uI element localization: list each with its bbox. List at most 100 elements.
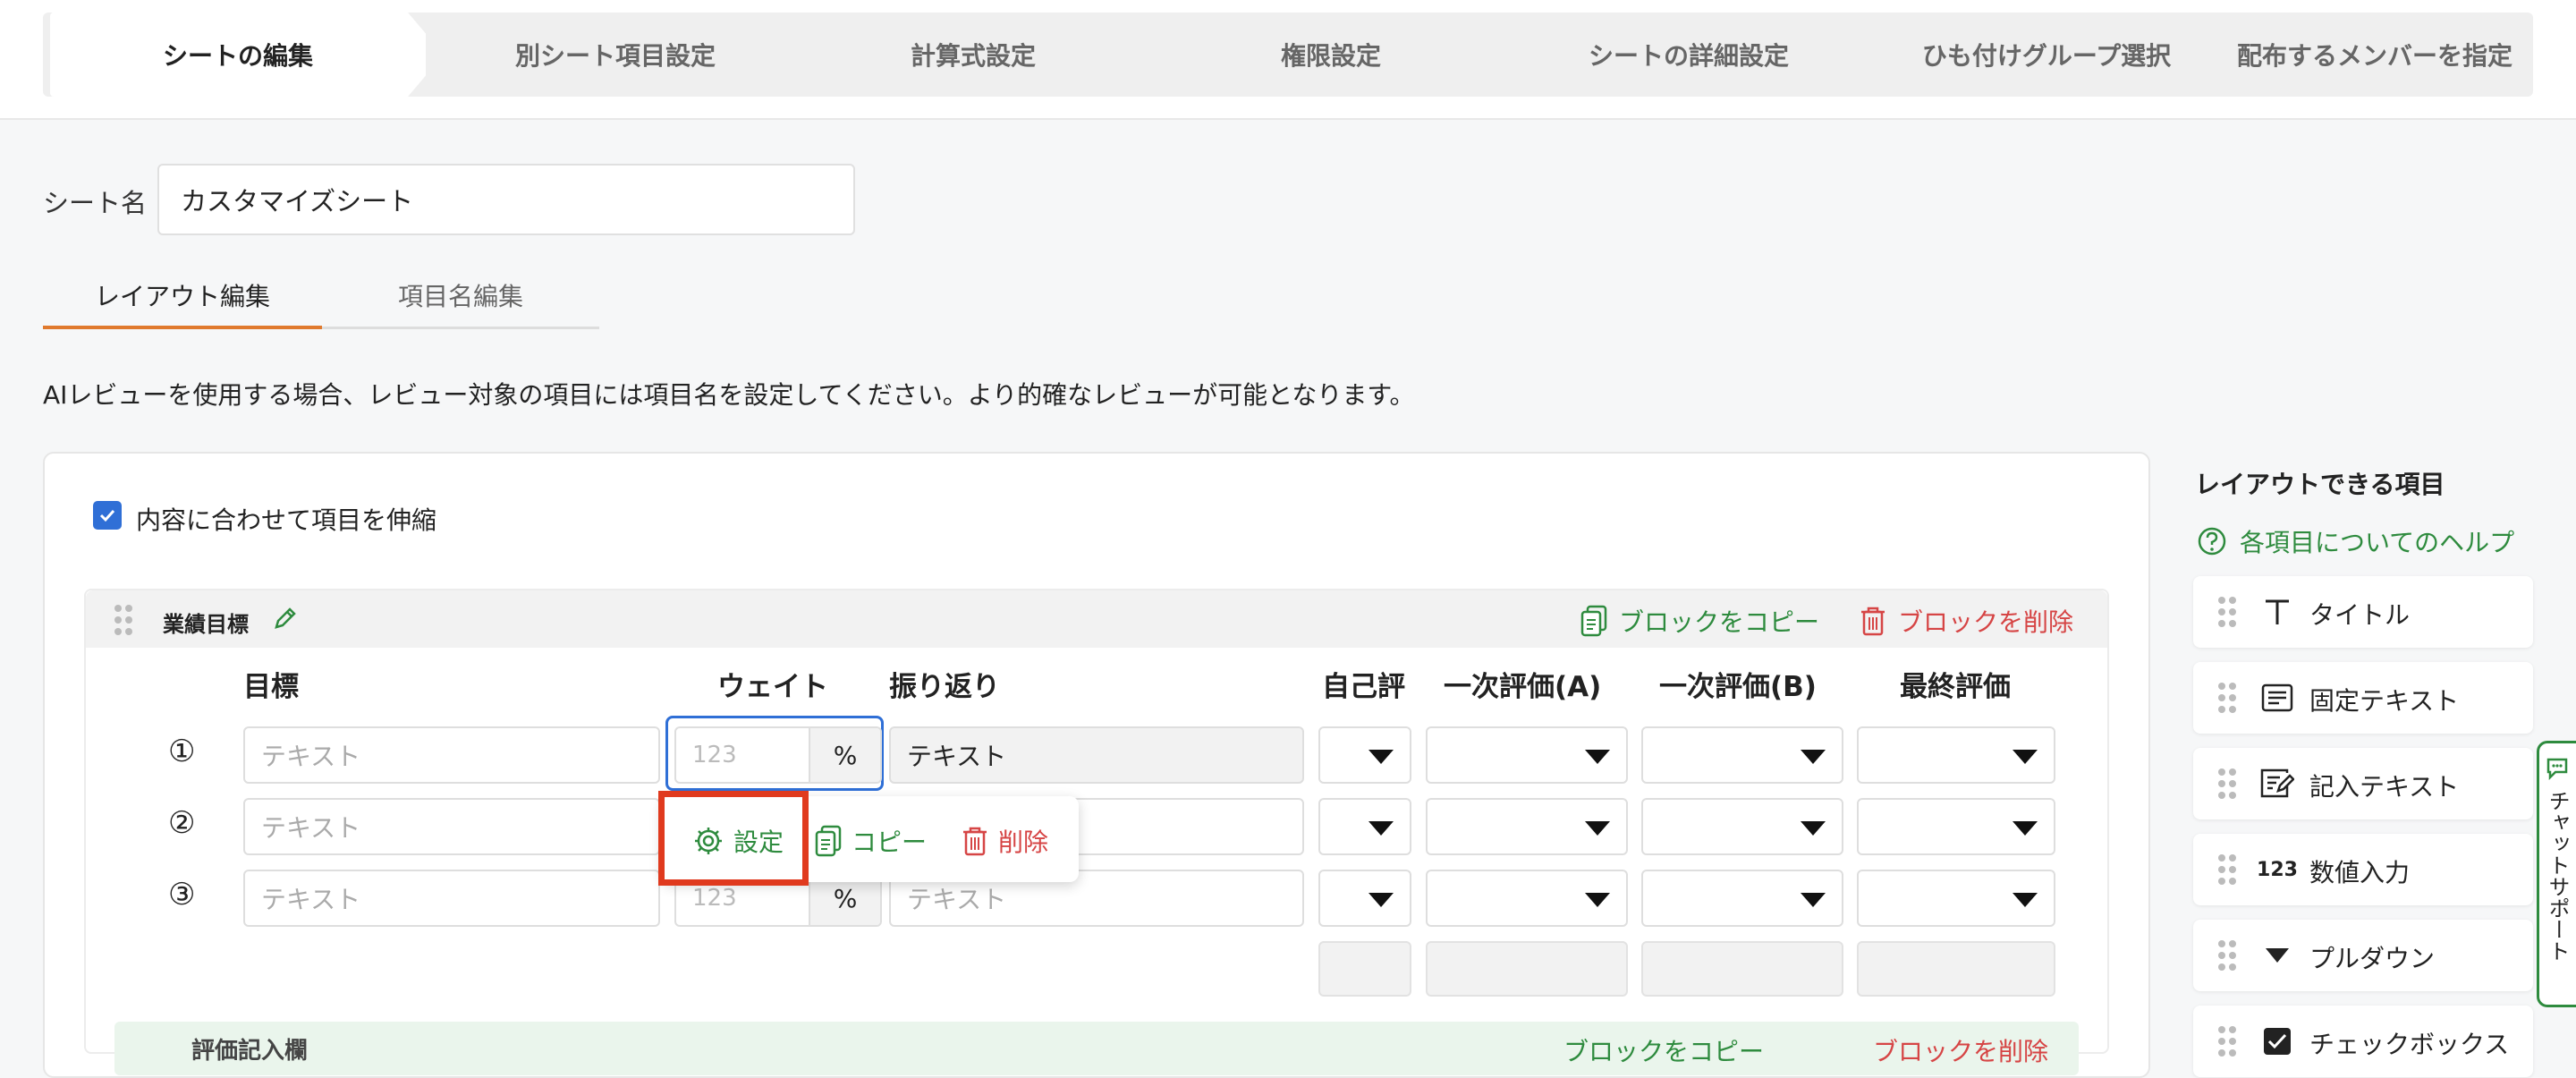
dropdown-arrow-icon (2012, 750, 2038, 764)
palette-item-title[interactable]: タイトル (2193, 576, 2533, 648)
step-permission[interactable]: 権限設定 (1152, 13, 1510, 97)
block-title: 評価記入欄 (191, 1038, 309, 1065)
step-members[interactable]: 配布するメンバーを指定 (2216, 13, 2533, 97)
column-header-goal: 目標 (243, 671, 299, 703)
drag-handle-icon[interactable] (114, 605, 132, 635)
first-eval-a-select[interactable] (1426, 870, 1628, 927)
palette-item-dropdown[interactable]: プルダウン (2193, 920, 2533, 991)
step-label: シートの編集 (162, 41, 313, 71)
step-label: 計算式設定 (910, 41, 1036, 71)
palette-item-input-text[interactable]: 記入テキスト (2193, 748, 2533, 819)
palette-item-fixed-text[interactable]: 固定テキスト (2193, 662, 2533, 734)
drag-handle-icon[interactable] (2218, 683, 2236, 713)
delete-item-label: 削除 (998, 828, 1049, 857)
column-header-first-eval-b: 一次評価(B) (1659, 671, 1817, 703)
final-eval-select[interactable] (1857, 726, 2055, 784)
sheet-name-input[interactable]: カスタマイズシート (157, 164, 855, 235)
trash-icon (1861, 607, 1885, 636)
edit-tabs: レイアウト編集 項目名編集 (43, 268, 599, 329)
dropdown-arrow-icon (1368, 750, 1394, 764)
percent-unit: % (809, 728, 880, 782)
dropdown-arrow-icon (1368, 821, 1394, 836)
final-eval-select[interactable] (1857, 870, 2055, 927)
row-number: ① (168, 734, 196, 769)
dropdown-arrow-icon (1585, 821, 1610, 836)
dropdown-arrow-icon (2012, 893, 2038, 907)
step-group[interactable]: ひも付けグループ選択 (1868, 13, 2225, 97)
drag-handle-icon[interactable] (2218, 940, 2236, 971)
copy-block-button[interactable]: ブロックをコピー (1563, 1032, 1764, 1068)
column-header-final-eval: 最終評価 (1900, 671, 2011, 703)
first-eval-b-select[interactable] (1641, 870, 1843, 927)
copy-block-label: ブロックをコピー (1619, 607, 1820, 637)
reflection-input[interactable]: テキスト (889, 726, 1304, 784)
dropdown-arrow-icon (1585, 893, 1610, 907)
first-eval-b-select[interactable] (1641, 798, 1843, 855)
stretch-checkbox-label: 内容に合わせて項目を伸縮 (136, 505, 437, 535)
tab-label: 項目名編集 (397, 282, 523, 311)
dropdown-arrow-icon (1801, 821, 1826, 836)
palette-item-number[interactable]: 123 数値入力 (2193, 834, 2533, 905)
self-eval-select[interactable] (1318, 798, 1411, 855)
palette-item-label: タイトル (2309, 600, 2411, 630)
step-other-sheet[interactable]: 別シート項目設定 (436, 13, 794, 97)
goal-input[interactable]: テキスト (243, 798, 660, 855)
delete-block-button[interactable]: ブロックを削除 (1873, 1032, 2048, 1068)
palette-item-checkbox[interactable]: チェックボックス (2193, 1006, 2533, 1077)
step-formula[interactable]: 計算式設定 (794, 13, 1152, 97)
highlight-box (658, 791, 809, 886)
number-icon: 123 (2257, 858, 2298, 881)
column-header-self-eval: 自己評 (1322, 671, 1405, 703)
drag-handle-icon[interactable] (2218, 854, 2236, 885)
palette-item-label: プルダウン (2309, 944, 2436, 973)
help-link[interactable]: 各項目についてのヘルプ (2197, 523, 2514, 559)
final-eval-select[interactable] (1857, 798, 2055, 855)
delete-block-button[interactable]: ブロックを削除 (1859, 603, 2073, 639)
trash-icon (963, 827, 987, 856)
block-evaluation: 評価記入欄 ブロックをコピー ブロックを削除 (114, 1022, 2079, 1075)
goal-input[interactable]: テキスト (243, 870, 660, 927)
dropdown-arrow-icon (2012, 821, 2038, 836)
tab-item-name-edit[interactable]: 項目名編集 (322, 277, 599, 327)
tab-label: レイアウト編集 (94, 282, 270, 311)
copy-item-button[interactable]: コピー (814, 823, 927, 859)
total-cell (1641, 941, 1843, 997)
first-eval-b-select[interactable] (1641, 726, 1843, 784)
active-tab-indicator (43, 326, 322, 329)
pencil-icon[interactable] (270, 603, 301, 633)
self-eval-select[interactable] (1318, 726, 1411, 784)
block-header: 業績目標 ブロックをコピー ブロックを削除 (86, 590, 2107, 648)
help-label: 各項目についてのヘルプ (2240, 528, 2515, 557)
first-eval-a-select[interactable] (1426, 798, 1628, 855)
drag-handle-icon[interactable] (2218, 1026, 2236, 1057)
total-cell (1857, 941, 2055, 997)
drag-handle-icon[interactable] (2218, 768, 2236, 799)
weight-input[interactable]: 123% (674, 726, 882, 784)
block-title: 業績目標 (163, 612, 249, 637)
copy-icon (815, 825, 842, 857)
step-label: 配布するメンバーを指定 (2236, 41, 2512, 71)
first-eval-a-select[interactable] (1426, 726, 1628, 784)
palette-item-label: チェックボックス (2309, 1030, 2510, 1059)
step-sheet-edit[interactable]: シートの編集 (50, 13, 426, 97)
checkbox-icon (2259, 1023, 2295, 1059)
input-text-icon (2259, 766, 2295, 802)
chat-support-button[interactable]: チャットサポート (2537, 741, 2576, 1007)
row-number: ② (168, 805, 196, 841)
delete-item-button[interactable]: 削除 (961, 823, 1048, 859)
tab-layout-edit[interactable]: レイアウト編集 (43, 277, 322, 327)
title-icon (2259, 594, 2295, 630)
step-navigation: シートの編集 別シート項目設定 計算式設定 権限設定 シートの詳細設定 ひも付け… (43, 13, 2533, 97)
stretch-checkbox[interactable] (93, 501, 122, 530)
column-header-first-eval-a: 一次評価(A) (1444, 671, 1602, 703)
copy-item-label: コピー (852, 828, 928, 857)
chat-support-label: チャットサポート (2545, 790, 2570, 962)
step-detail[interactable]: シートの詳細設定 (1510, 13, 1868, 97)
self-eval-select[interactable] (1318, 870, 1411, 927)
dropdown-arrow-icon (1585, 750, 1610, 764)
copy-block-button[interactable]: ブロックをコピー (1580, 603, 1819, 639)
drag-handle-icon[interactable] (2218, 597, 2236, 627)
goal-input[interactable]: テキスト (243, 726, 660, 784)
step-label: 権限設定 (1280, 41, 1381, 71)
dropdown-icon (2259, 938, 2295, 973)
